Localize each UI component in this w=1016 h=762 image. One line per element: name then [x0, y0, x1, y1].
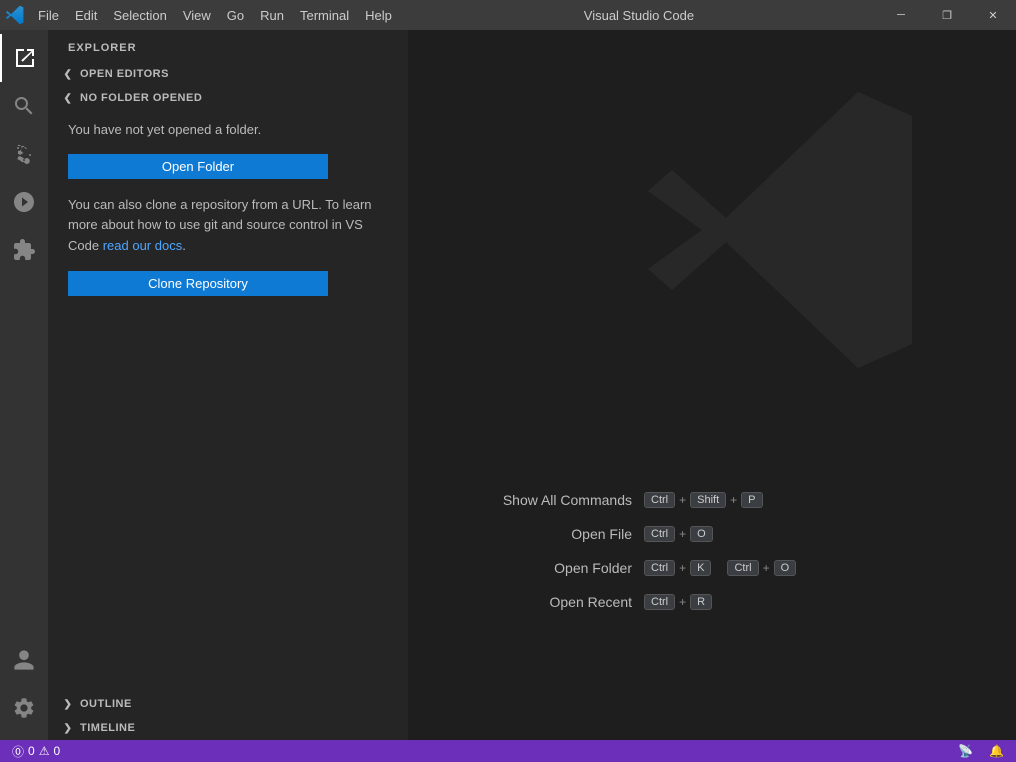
editor-area: Show All Commands Ctrl + Shift + P Open … [408, 30, 1016, 740]
sidebar-bottom: ❯ OUTLINE ❯ TIMELINE [48, 692, 408, 740]
timeline-label: TIMELINE [80, 722, 135, 734]
remote-status[interactable]: 📡 [954, 744, 977, 758]
sidebar-title: Explorer [48, 30, 408, 62]
open-folder-label: Open Folder [472, 560, 632, 576]
open-recent-label: Open Recent [472, 594, 632, 610]
main-layout: Explorer ❮ OPEN EDITORS ❮ NO FOLDER OPEN… [0, 30, 1016, 740]
no-folder-label: NO FOLDER OPENED [80, 92, 202, 104]
status-bar-right: 📡 🔔 [954, 744, 1008, 758]
activity-explorer[interactable] [0, 34, 48, 82]
outline-section[interactable]: ❯ OUTLINE [48, 692, 408, 716]
maximize-button[interactable]: ❐ [924, 0, 970, 30]
activity-source-control[interactable] [0, 130, 48, 178]
show-all-commands-label: Show All Commands [472, 492, 632, 508]
shortcuts-panel: Show All Commands Ctrl + Shift + P Open … [472, 492, 952, 610]
title-bar-menu: File Edit Selection View Go Run Terminal… [0, 0, 400, 30]
open-folder-button[interactable]: Open Folder [68, 154, 328, 179]
status-bar-left: ⓪ 0 ⚠ 0 [8, 743, 64, 760]
no-folder-chevron: ❮ [60, 90, 76, 106]
activity-extensions[interactable] [0, 226, 48, 274]
window-title: Visual Studio Code [400, 8, 878, 23]
menu-file[interactable]: File [30, 0, 67, 30]
shortcut-open-recent: Open Recent Ctrl + R [472, 594, 952, 610]
open-editors-label: OPEN EDITORS [80, 68, 169, 80]
close-button[interactable]: ✕ [970, 0, 1016, 30]
timeline-section[interactable]: ❯ TIMELINE [48, 716, 408, 740]
key-r: R [690, 594, 712, 610]
warning-count: 0 [53, 744, 60, 758]
sidebar: Explorer ❮ OPEN EDITORS ❮ NO FOLDER OPEN… [48, 30, 408, 740]
activity-settings[interactable] [0, 684, 48, 732]
menu-help[interactable]: Help [357, 0, 400, 30]
minimize-button[interactable]: ─ [878, 0, 924, 30]
clone-description: You can also clone a repository from a U… [68, 195, 388, 257]
vscode-logo [0, 0, 30, 30]
outline-chevron: ❯ [60, 696, 76, 712]
open-file-label: Open File [472, 526, 632, 542]
no-folder-text: You have not yet opened a folder. [68, 120, 388, 140]
key-ctrl: Ctrl [644, 492, 675, 508]
open-editors-section[interactable]: ❮ OPEN EDITORS [48, 62, 408, 86]
clone-repository-button[interactable]: Clone Repository [68, 271, 328, 296]
open-recent-keys: Ctrl + R [644, 594, 712, 610]
key-ctrl: Ctrl [644, 526, 675, 542]
error-count: 0 [28, 744, 35, 758]
title-bar: File Edit Selection View Go Run Terminal… [0, 0, 1016, 30]
activity-run[interactable] [0, 178, 48, 226]
activity-bar-bottom [0, 636, 48, 740]
no-folder-section[interactable]: ❮ NO FOLDER OPENED [48, 86, 408, 110]
activity-search[interactable] [0, 82, 48, 130]
warning-icon: ⚠ [39, 744, 50, 758]
timeline-chevron: ❯ [60, 720, 76, 736]
key-p: P [741, 492, 762, 508]
error-status[interactable]: ⓪ 0 ⚠ 0 [8, 743, 64, 760]
menu-run[interactable]: Run [252, 0, 292, 30]
key-o: O [690, 526, 713, 542]
shortcut-open-folder: Open Folder Ctrl + K Ctrl + O [472, 560, 952, 576]
activity-accounts[interactable] [0, 636, 48, 684]
sidebar-content: You have not yet opened a folder. Open F… [48, 110, 408, 692]
menu-go[interactable]: Go [219, 0, 252, 30]
window-controls: ─ ❐ ✕ [878, 0, 1016, 30]
menu-edit[interactable]: Edit [67, 0, 105, 30]
menu-terminal[interactable]: Terminal [292, 0, 357, 30]
open-file-keys: Ctrl + O [644, 526, 713, 542]
notifications-status[interactable]: 🔔 [985, 744, 1008, 758]
outline-label: OUTLINE [80, 698, 132, 710]
remote-icon: 📡 [958, 744, 973, 758]
menu-selection[interactable]: Selection [105, 0, 174, 30]
shortcut-show-all-commands: Show All Commands Ctrl + Shift + P [472, 492, 952, 508]
key-ctrl: Ctrl [644, 560, 675, 576]
read-docs-link[interactable]: read our docs [103, 238, 183, 253]
notifications-icon: 🔔 [989, 744, 1004, 758]
key-shift: Shift [690, 492, 726, 508]
activity-bar [0, 30, 48, 740]
key-ctrl2: Ctrl [727, 560, 758, 576]
open-folder-keys: Ctrl + K Ctrl + O [644, 560, 796, 576]
error-icon: ⓪ [12, 743, 24, 760]
vscode-watermark [636, 80, 936, 383]
key-ctrl: Ctrl [644, 594, 675, 610]
open-editors-chevron: ❮ [60, 66, 76, 82]
key-o2: O [774, 560, 797, 576]
menu-view[interactable]: View [175, 0, 219, 30]
status-bar: ⓪ 0 ⚠ 0 📡 🔔 [0, 740, 1016, 762]
shortcut-open-file: Open File Ctrl + O [472, 526, 952, 542]
show-all-commands-keys: Ctrl + Shift + P [644, 492, 763, 508]
key-k: K [690, 560, 711, 576]
